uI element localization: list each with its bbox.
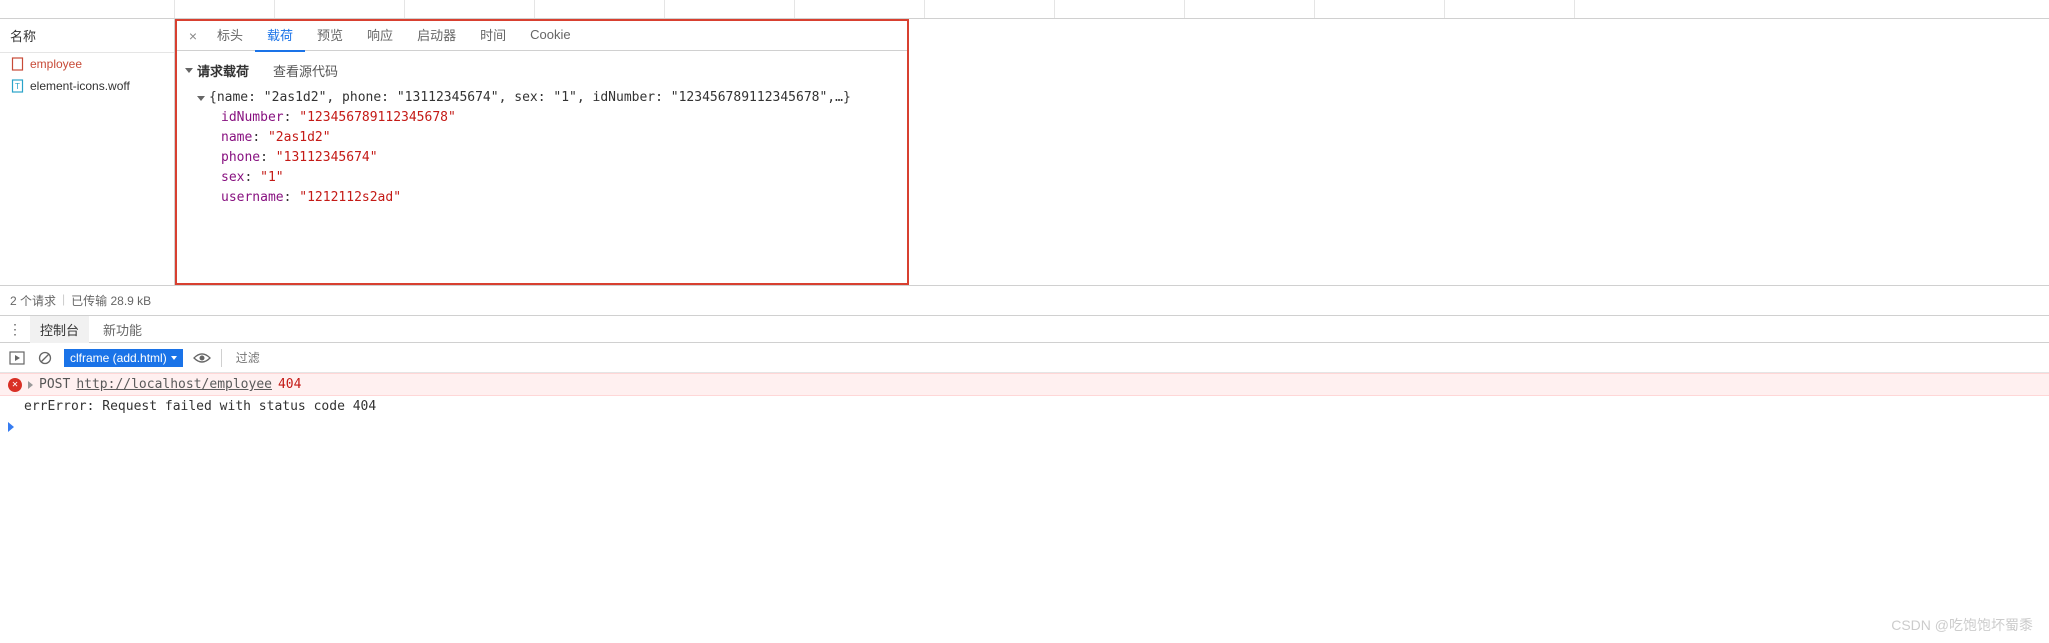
table-ruler bbox=[0, 0, 2049, 19]
details-tab-bar: × 标头 载荷 预览 响应 启动器 时间 Cookie bbox=[177, 21, 907, 51]
json-value: "123456789112345678" bbox=[299, 110, 456, 125]
error-icon: ✕ bbox=[8, 378, 22, 392]
request-details-panel: × 标头 载荷 预览 响应 启动器 时间 Cookie 请求载荷 查看源代码 {… bbox=[175, 19, 909, 285]
chevron-down-icon bbox=[185, 68, 193, 73]
json-key: idNumber bbox=[221, 110, 284, 125]
request-item-font[interactable]: T element-icons.woff bbox=[0, 75, 174, 97]
context-label: clframe (add.html) bbox=[70, 351, 167, 365]
transferred-size: 已传输 28.9 kB bbox=[71, 292, 151, 309]
console-prompt[interactable] bbox=[0, 417, 2049, 440]
request-count: 2 个请求 bbox=[10, 292, 56, 309]
view-source-link[interactable]: 查看源代码 bbox=[273, 61, 338, 80]
json-property-row[interactable]: phone: "13112345674" bbox=[197, 148, 899, 168]
separator: | bbox=[62, 292, 65, 309]
console-log-entry[interactable]: errError: Request failed with status cod… bbox=[0, 396, 2049, 417]
context-selector[interactable]: clframe (add.html) bbox=[64, 349, 183, 367]
json-property-row[interactable]: idNumber: "123456789112345678" bbox=[197, 108, 899, 128]
watermark: CSDN @吃饱饱坏蜀黍 bbox=[1891, 615, 2033, 635]
network-status-bar: 2 个请求 | 已传输 28.9 kB bbox=[0, 285, 2049, 315]
console-error-entry[interactable]: ✕ POST http://localhost/employee 404 bbox=[0, 373, 2049, 396]
tab-response[interactable]: 响应 bbox=[355, 19, 405, 52]
request-item-label: element-icons.woff bbox=[30, 79, 130, 93]
chevron-down-icon bbox=[171, 356, 177, 360]
chevron-down-icon bbox=[197, 96, 205, 101]
drawer-tab-bar: ⋮ 控制台 新功能 bbox=[0, 315, 2049, 343]
drawer-tab-console[interactable]: 控制台 bbox=[30, 316, 89, 343]
json-summary-row[interactable]: {name: "2as1d2", phone: "13112345674", s… bbox=[197, 88, 899, 108]
tab-headers[interactable]: 标头 bbox=[205, 19, 255, 52]
close-icon[interactable]: × bbox=[181, 28, 205, 44]
status-code: 404 bbox=[278, 377, 301, 392]
payload-section: 请求载荷 查看源代码 {name: "2as1d2", phone: "1311… bbox=[177, 51, 907, 218]
kebab-icon[interactable]: ⋮ bbox=[8, 321, 26, 338]
network-sidebar: 名称 employee T element-icons.woff bbox=[0, 19, 175, 285]
json-value: "2as1d2" bbox=[268, 130, 331, 145]
eye-icon[interactable] bbox=[193, 349, 211, 367]
json-value: "13112345674" bbox=[276, 150, 378, 165]
tab-cookies[interactable]: Cookie bbox=[518, 21, 582, 50]
json-property-row[interactable]: username: "1212112s2ad" bbox=[197, 188, 899, 208]
console-toolbar: clframe (add.html) bbox=[0, 343, 2049, 373]
json-key: username bbox=[221, 190, 284, 205]
request-url[interactable]: http://localhost/employee bbox=[76, 377, 272, 392]
request-item-employee[interactable]: employee bbox=[0, 53, 174, 75]
json-property-row[interactable]: sex: "1" bbox=[197, 168, 899, 188]
json-tree: {name: "2as1d2", phone: "13112345674", s… bbox=[185, 88, 899, 208]
payload-title[interactable]: 请求载荷 bbox=[185, 61, 249, 80]
request-list: employee T element-icons.woff bbox=[0, 53, 174, 285]
chevron-right-icon bbox=[28, 381, 33, 389]
console-output: ✕ POST http://localhost/employee 404 err… bbox=[0, 373, 2049, 440]
json-key: phone bbox=[221, 150, 260, 165]
prompt-icon bbox=[8, 422, 14, 432]
sidebar-header-name: 名称 bbox=[0, 19, 174, 53]
filter-input[interactable] bbox=[232, 349, 2041, 367]
json-key: name bbox=[221, 130, 252, 145]
clear-icon[interactable] bbox=[36, 349, 54, 367]
json-summary-text: {name: "2as1d2", phone: "13112345674", s… bbox=[209, 88, 851, 108]
separator bbox=[221, 349, 222, 367]
play-icon[interactable] bbox=[8, 349, 26, 367]
json-property-row[interactable]: name: "2as1d2" bbox=[197, 128, 899, 148]
font-icon: T bbox=[10, 79, 24, 93]
request-item-label: employee bbox=[30, 57, 82, 71]
tab-preview[interactable]: 预览 bbox=[305, 19, 355, 52]
document-icon bbox=[10, 57, 24, 71]
tab-payload[interactable]: 载荷 bbox=[255, 19, 305, 52]
http-method: POST bbox=[39, 377, 70, 392]
json-key: sex bbox=[221, 170, 244, 185]
payload-title-text: 请求载荷 bbox=[197, 61, 249, 80]
json-value: "1212112s2ad" bbox=[299, 190, 401, 205]
tab-timing[interactable]: 时间 bbox=[468, 19, 518, 52]
tab-initiator[interactable]: 启动器 bbox=[405, 19, 468, 52]
drawer-tab-whatsnew[interactable]: 新功能 bbox=[93, 316, 152, 343]
json-value: "1" bbox=[260, 170, 283, 185]
svg-text:T: T bbox=[15, 82, 20, 91]
